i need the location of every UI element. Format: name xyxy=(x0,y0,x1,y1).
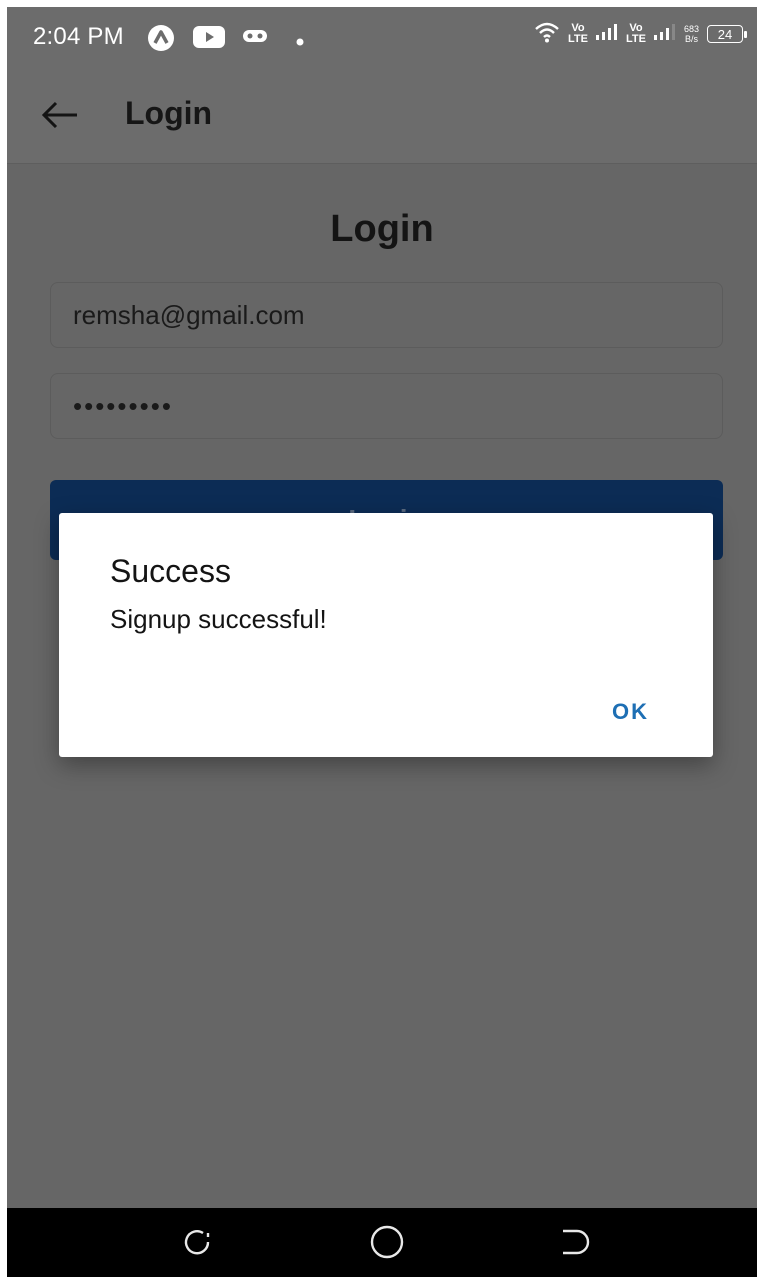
success-dialog: Success Signup successful! OK xyxy=(59,513,713,757)
dot-icon xyxy=(296,33,304,51)
page-title: Login xyxy=(330,208,434,250)
battery-icon: 24 xyxy=(707,24,747,43)
status-time: 2:04 PM xyxy=(33,23,124,50)
password-field[interactable]: ••••••••• xyxy=(50,373,723,439)
network-type-2: Vo LTE xyxy=(626,21,646,45)
navigation-bar xyxy=(7,1208,757,1277)
gamepad-icon xyxy=(243,28,267,49)
signal-icon xyxy=(653,23,676,44)
status-indicators: Vo LTE Vo LTE 683 B/s 24 xyxy=(534,21,747,46)
network-speed: 683 B/s xyxy=(683,23,699,44)
arrow-left-icon[interactable] xyxy=(41,100,79,130)
app-bar-title: Login xyxy=(125,95,213,131)
signal-icon xyxy=(596,23,618,44)
status-bar: 2:04 PM Vo LTE Vo LTE 683 B/s 24 xyxy=(7,7,757,67)
recents-icon[interactable] xyxy=(177,1224,217,1260)
network-type-1: Vo LTE xyxy=(568,21,588,45)
ok-button[interactable]: OK xyxy=(612,699,649,725)
wifi-icon xyxy=(534,21,560,46)
youtube-icon xyxy=(193,26,225,53)
home-icon[interactable] xyxy=(367,1224,407,1260)
app-bar: Login xyxy=(7,67,757,164)
app-icon xyxy=(147,24,175,57)
dialog-title: Success xyxy=(110,553,231,589)
back-icon[interactable] xyxy=(557,1224,597,1260)
phone-screen: 2:04 PM Vo LTE Vo LTE 683 B/s 24 Login L… xyxy=(7,7,757,1277)
email-field[interactable]: remsha@gmail.com xyxy=(50,282,723,348)
dialog-message: Signup successful! xyxy=(110,604,327,634)
